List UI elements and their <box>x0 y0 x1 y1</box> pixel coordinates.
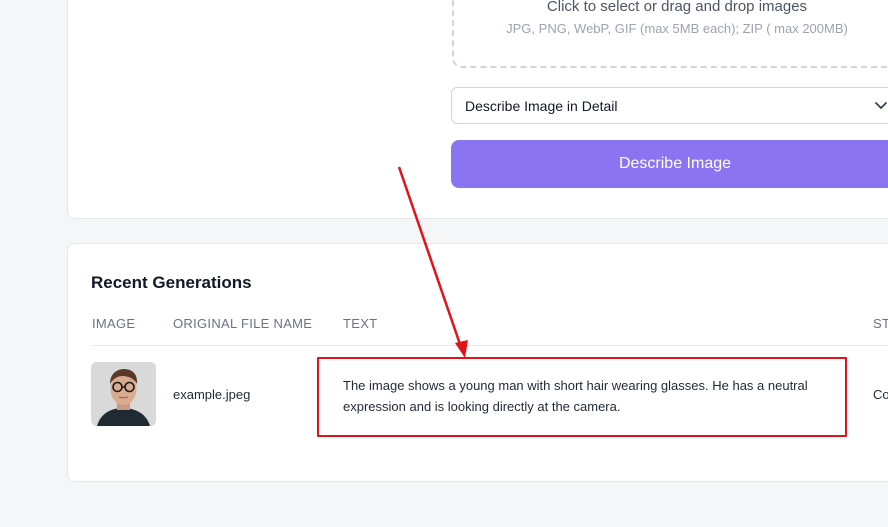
mode-select[interactable]: Describe Image in Detail <box>451 87 888 124</box>
table-header-divider <box>91 345 888 346</box>
recent-generations-title: Recent Generations <box>91 273 252 292</box>
chevron-down-icon <box>875 102 887 109</box>
status-cell: Co <box>873 387 888 402</box>
describe-image-button[interactable]: Describe Image <box>451 140 888 188</box>
column-header-text: TEXT <box>343 316 378 331</box>
column-header-file-name: ORIGINAL FILE NAME <box>173 316 313 331</box>
image-dropzone[interactable]: Click to select or drag and drop images … <box>452 0 888 68</box>
annotation-highlight-box <box>317 357 847 437</box>
portrait-image <box>91 362 156 426</box>
generation-thumbnail[interactable] <box>91 362 156 426</box>
file-name-cell: example.jpeg <box>173 387 251 402</box>
mode-select-value: Describe Image in Detail <box>465 97 618 114</box>
describe-image-label: Describe Image <box>618 155 732 172</box>
dropzone-formats: JPG, PNG, WebP, GIF (max 5MB each); ZIP … <box>506 21 848 36</box>
column-header-image: IMAGE <box>92 316 136 331</box>
column-header-status: ST <box>873 316 888 331</box>
dropzone-title: Click to select or drag and drop images <box>546 0 808 15</box>
